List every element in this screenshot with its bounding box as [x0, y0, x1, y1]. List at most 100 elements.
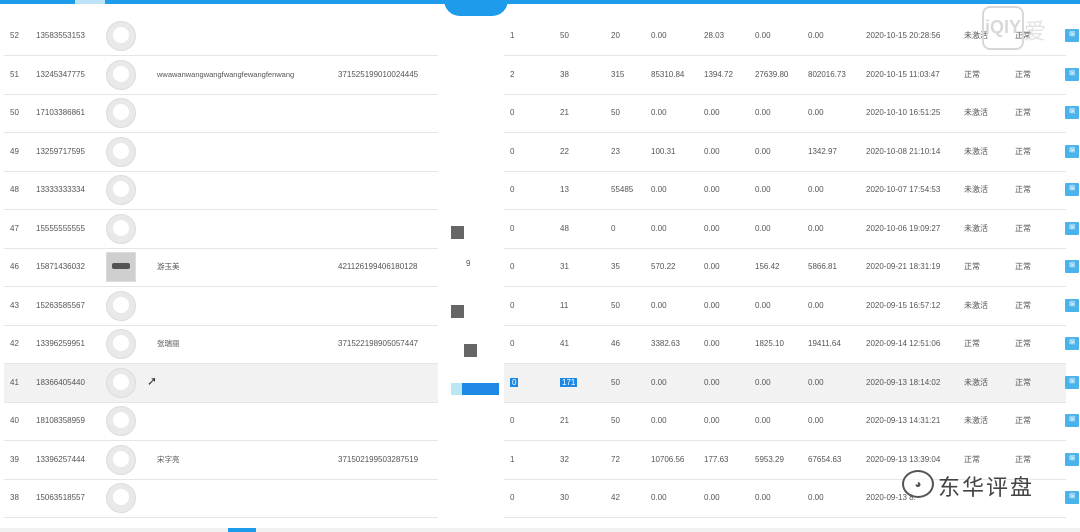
cell-d: 0.00	[651, 108, 667, 117]
cell-d: 100.31	[651, 146, 676, 156]
table-row[interactable]: 51 13245347775 wwawanwangwangfwangfewangfe…	[4, 56, 1079, 95]
cell-c: 55485	[611, 185, 634, 194]
edit-button[interactable]: 编	[1065, 106, 1079, 119]
edit-button[interactable]: 编	[1065, 491, 1079, 504]
footer-scrollbar[interactable]	[0, 528, 1080, 532]
cell-e: 28.03	[704, 31, 725, 40]
cell-b: 171	[560, 364, 578, 402]
cell-stat1: 未激活	[964, 185, 988, 194]
cell-d: 10706.56	[651, 454, 685, 464]
cell-d: 0.00	[651, 31, 667, 40]
avatar	[106, 290, 136, 321]
edit-button[interactable]: 编	[1065, 260, 1079, 273]
table-row[interactable]: 49 13259717595 0 22 23 100.31 0.00 0.00 1342.97 2…	[4, 133, 1079, 172]
cell-g: 0.00	[808, 300, 824, 310]
table-row[interactable]: 47 15555555555 0 48 0 0.00 0.00 0.00 0.00 2020-10…	[4, 210, 1079, 249]
edit-button[interactable]: 编	[1065, 414, 1079, 427]
cell-g: 802016.73	[808, 69, 846, 79]
edit-button[interactable]: 编	[1065, 298, 1079, 312]
cell-d: 0.00	[651, 223, 667, 233]
edit-button[interactable]: 编	[1065, 452, 1079, 466]
redaction-block	[451, 226, 464, 239]
cell-f: 0.00	[755, 146, 771, 156]
cell-b: 30	[560, 493, 569, 502]
cell-c: 0	[611, 223, 616, 233]
cell-id: 49	[10, 146, 19, 156]
cell-d: 0.00	[651, 493, 667, 502]
table-row[interactable]: 46 15871436032 游玉美 421126199406180128 0 31 35 5…	[4, 248, 1079, 287]
cell-stat1: 未激活	[964, 223, 988, 233]
cell-c: 42	[611, 493, 620, 502]
cell-idno: 371502199503287519	[338, 454, 419, 464]
cell-g: 0.00	[808, 108, 824, 117]
cell-stat2: 正常	[1015, 339, 1031, 348]
avatar	[106, 59, 136, 90]
avatar	[106, 367, 136, 398]
cell-phone: 18366405440	[36, 377, 85, 387]
top-center-handle[interactable]	[444, 0, 508, 16]
edit-button[interactable]: 编	[1065, 221, 1079, 235]
cell-b: 31	[560, 262, 569, 271]
avatar	[106, 136, 136, 167]
cell-g: 0.00	[808, 223, 824, 233]
cell-id: 52	[10, 31, 19, 40]
cell-c: 315	[611, 69, 625, 79]
avatar	[106, 98, 136, 128]
cell-f: 1825.10	[755, 339, 784, 348]
edit-button[interactable]: 编	[1065, 29, 1079, 42]
cell-stat1: 未激活	[964, 108, 988, 117]
cell-id: 41	[10, 377, 19, 387]
table-row[interactable]: 48 13333333334 0 13 55485 0.00 0.00 0.00 0.00 202…	[4, 171, 1079, 210]
cell-time: 2020-10-15 11:03:47	[866, 69, 940, 79]
cell-e: 0.00	[704, 300, 720, 310]
cell-f: 0.00	[755, 223, 771, 233]
cell-d: 0.00	[651, 377, 667, 387]
avatar	[106, 252, 136, 282]
cell-id: 48	[10, 185, 19, 194]
cell-phone: 17103386861	[36, 108, 85, 117]
cell-c: 35	[611, 262, 620, 271]
edit-button[interactable]: 编	[1065, 337, 1079, 350]
cell-e: 0.00	[704, 185, 720, 194]
cell-time: 2020-10-10 16:51:25	[866, 108, 941, 117]
cell-phone: 18108358959	[36, 416, 85, 425]
cell-time: 2020-10-06 19:09:27	[866, 223, 941, 233]
cell-idno: 371525199010024445	[338, 69, 419, 79]
cell-time: 2020-10-15 20:28:56	[866, 31, 941, 40]
cell-phone: 13583553153	[36, 31, 85, 40]
edit-button[interactable]: 编	[1065, 183, 1079, 196]
cell-f: 5953.29	[755, 454, 784, 464]
table-row[interactable]: 50 17103386861 0 21 50 0.00 0.00 0.00 0.00 2020-1…	[4, 94, 1079, 133]
cell-idno: 371522198905057447	[338, 339, 419, 348]
cell-a: 0	[510, 146, 515, 156]
cell-stat1: 未激活	[964, 416, 988, 425]
cell-a: 1	[510, 454, 515, 464]
cell-phone: 13259717595	[36, 146, 85, 156]
cell-name: 张瑞丽	[157, 339, 180, 348]
edit-button[interactable]: 编	[1065, 144, 1079, 158]
cell-stat2: 正常	[1015, 416, 1031, 425]
table-row[interactable]: 41 18366405440 0 171 50 0.00 0.00 0.00 0.00 2020-…	[4, 363, 1079, 403]
redaction-block	[464, 344, 477, 357]
edit-button[interactable]: 编	[1065, 67, 1079, 81]
cell-b: 11	[560, 300, 569, 310]
cell-a: 0	[510, 339, 515, 348]
table-row[interactable]: 52 13583553153 1 50 20 0.00 28.03 0.00 0.00 2020-…	[4, 17, 1079, 56]
cell-stat2: 正常	[1015, 377, 1031, 387]
edit-button[interactable]: 编	[1065, 375, 1079, 389]
table-row[interactable]: 42 13396259951 张瑞丽 371522198905057447 0 41 46 3…	[4, 325, 1079, 364]
selection-fragment	[462, 383, 499, 395]
avatar	[106, 406, 136, 436]
table-row[interactable]: 40 18108358959 0 21 50 0.00 0.00 0.00 0.00 2020-0…	[4, 402, 1079, 441]
cell-d: 0.00	[651, 300, 667, 310]
cell-stat1: 未激活	[964, 377, 988, 387]
redacted-column: 9	[438, 17, 504, 532]
cell-stat2: 正常	[1015, 262, 1031, 271]
footer-scroll-thumb[interactable]	[228, 528, 256, 532]
table-row[interactable]: 43 15263585567 0 11 50 0.00 0.00 0.00 0.00 2020-0…	[4, 287, 1079, 326]
cell-id: 40	[10, 416, 19, 425]
cell-phone: 15063518557	[36, 493, 85, 502]
cell-f: 0.00	[755, 31, 771, 40]
cell-a: 0	[510, 185, 515, 194]
cell-a: 0	[510, 493, 515, 502]
